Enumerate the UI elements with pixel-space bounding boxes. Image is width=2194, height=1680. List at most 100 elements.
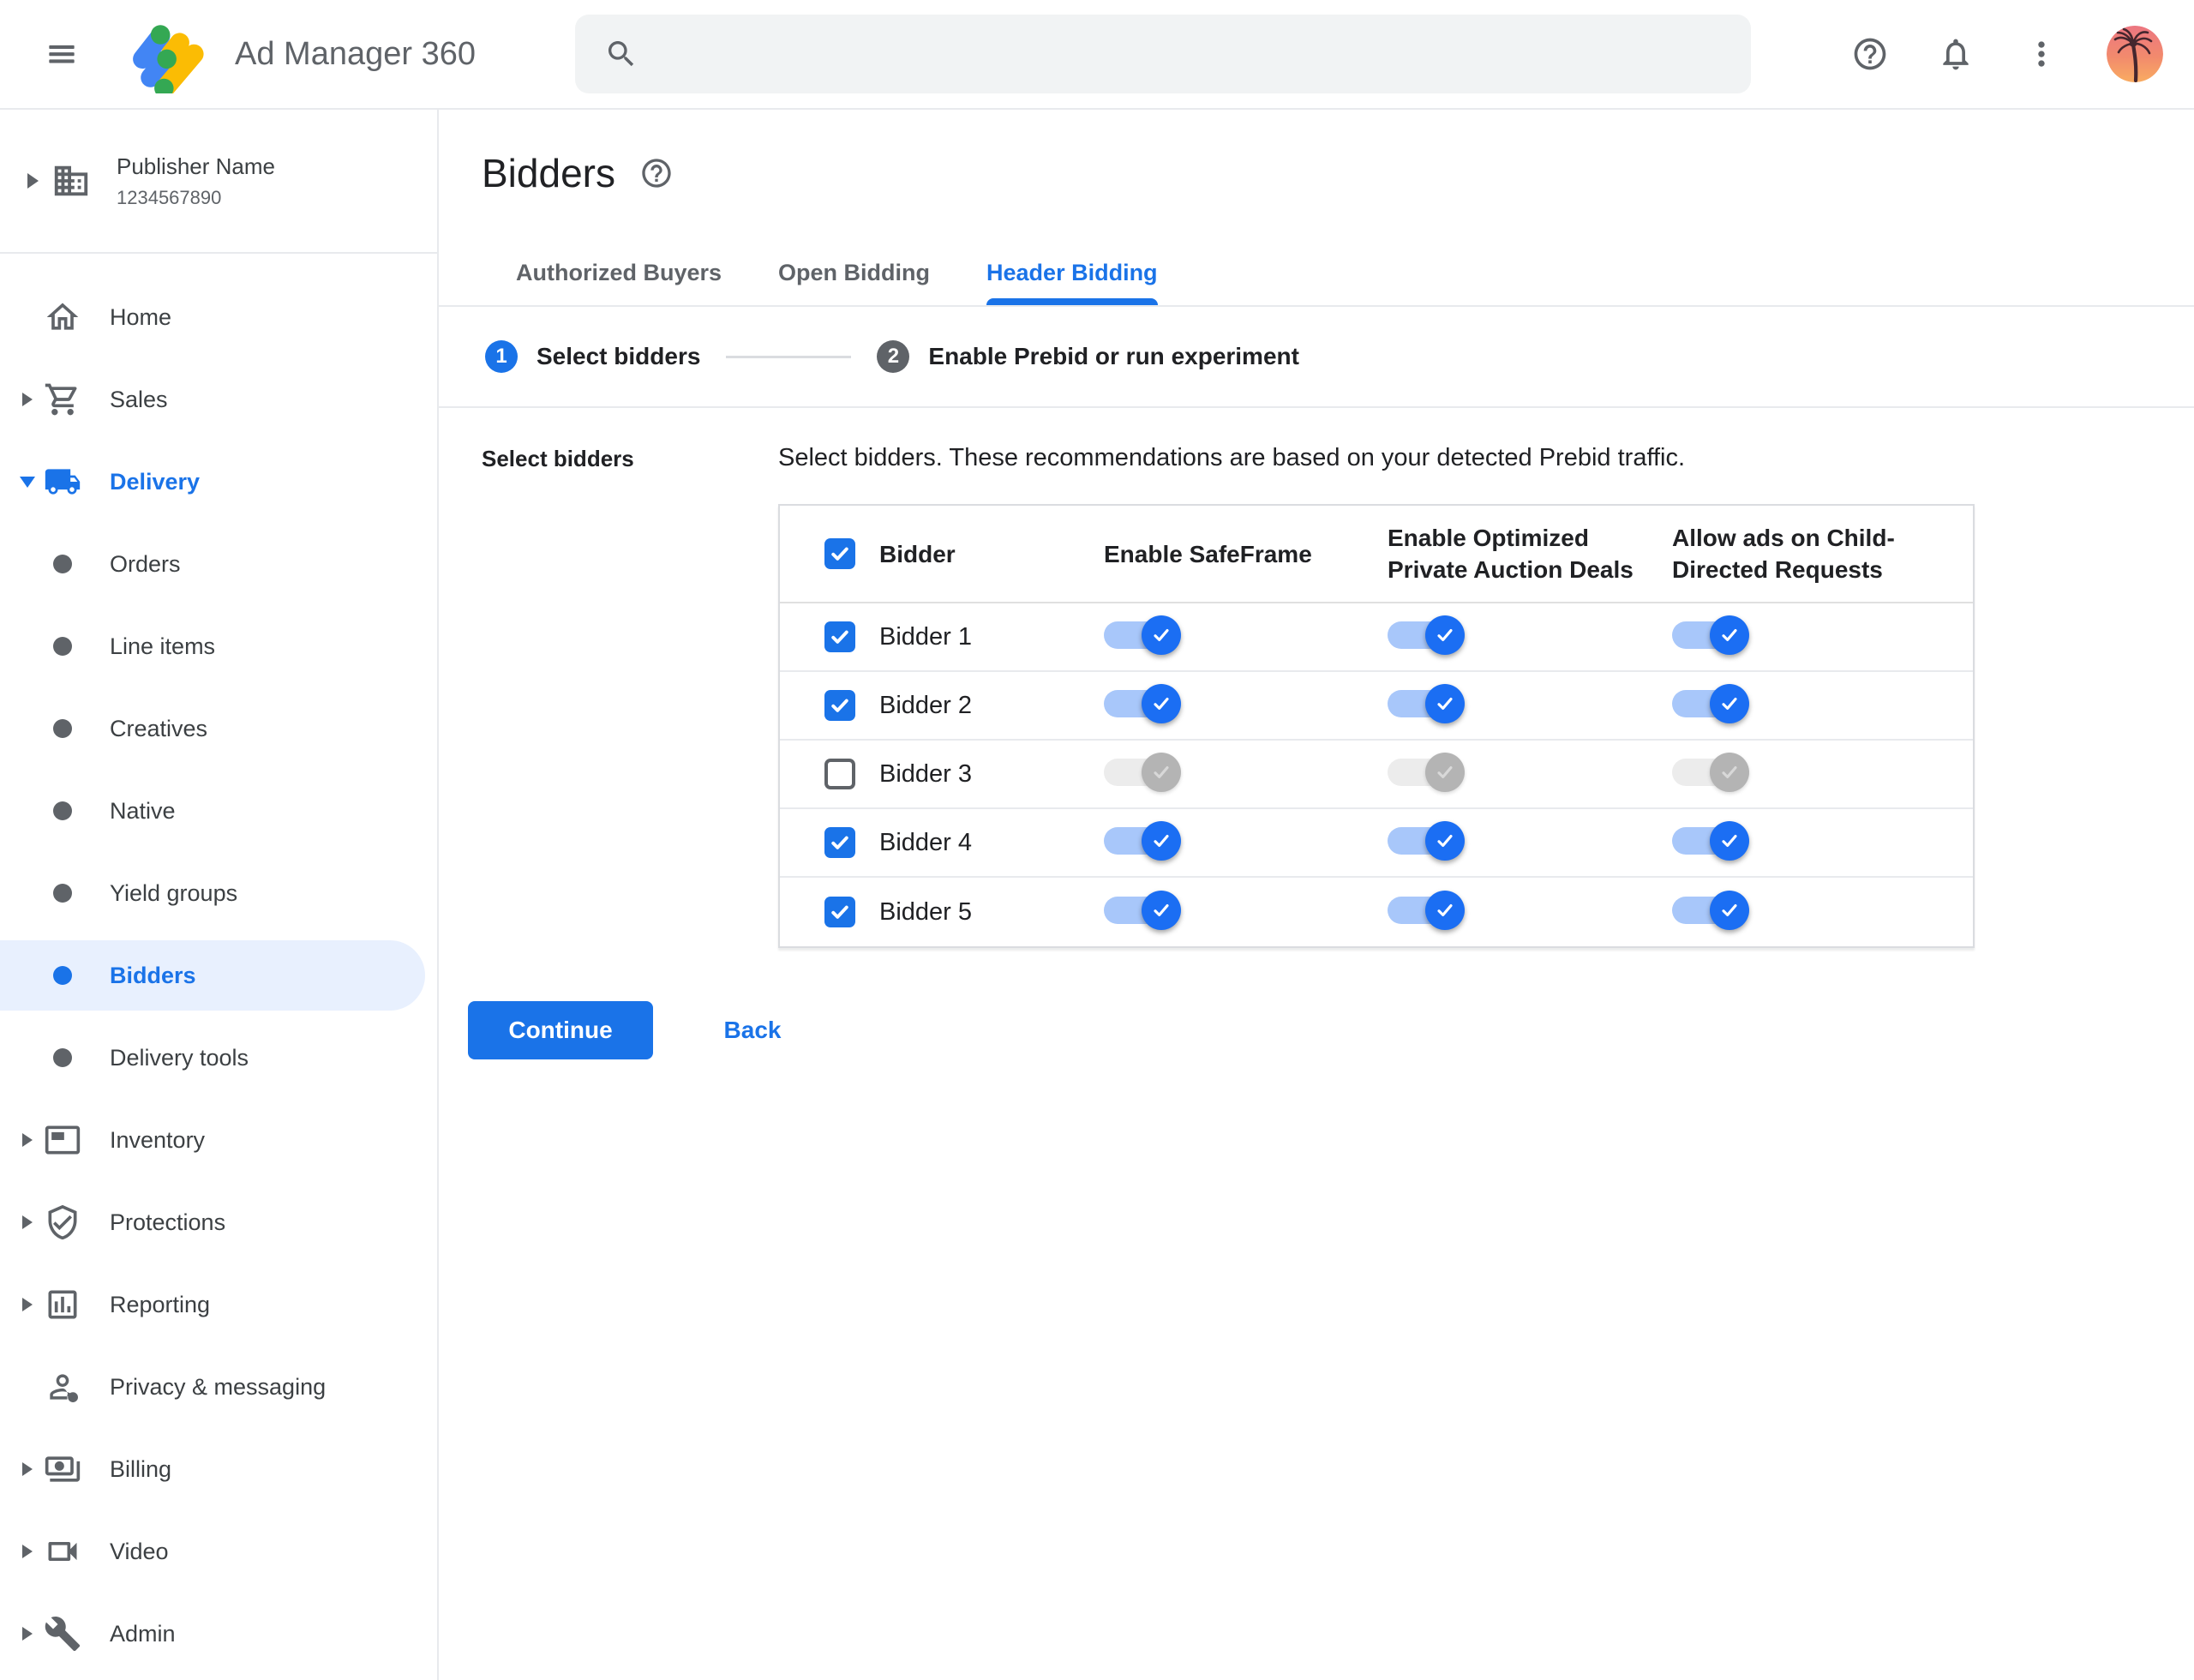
optimized-deals-toggle[interactable] bbox=[1388, 752, 1466, 793]
sidebar-item-privacy-messaging[interactable]: Privacy & messaging bbox=[0, 1346, 437, 1428]
sidebar: Publisher Name 1234567890 Home Sales Del… bbox=[0, 110, 439, 1680]
continue-button[interactable]: Continue bbox=[468, 1001, 653, 1059]
payments-icon bbox=[43, 1449, 82, 1489]
sidebar-item-orders[interactable]: Orders bbox=[0, 523, 437, 605]
expand-arrow-icon bbox=[15, 1462, 39, 1476]
safeframe-toggle[interactable] bbox=[1104, 752, 1183, 793]
more-vert-icon[interactable] bbox=[2021, 33, 2062, 75]
bullet-icon bbox=[43, 627, 82, 666]
sidebar-item-protections[interactable]: Protections bbox=[0, 1181, 437, 1263]
sidebar-item-bidders[interactable]: Bidders bbox=[0, 934, 437, 1017]
sidebar-item-creatives[interactable]: Creatives bbox=[0, 687, 437, 770]
row-checkbox[interactable] bbox=[824, 827, 855, 858]
bidder-name: Bidder 2 bbox=[879, 691, 973, 719]
expand-arrow-icon bbox=[15, 1627, 39, 1641]
user-avatar[interactable] bbox=[2107, 26, 2163, 82]
step-2-circle: 2 bbox=[877, 340, 910, 373]
expand-arrow-icon bbox=[15, 1133, 39, 1147]
step-1-circle: 1 bbox=[485, 340, 518, 373]
optimized-deals-toggle[interactable] bbox=[1388, 615, 1466, 656]
bullet-icon bbox=[43, 709, 82, 748]
row-checkbox[interactable] bbox=[824, 621, 855, 652]
sidebar-item-delivery-tools[interactable]: Delivery tools bbox=[0, 1017, 437, 1099]
bidder-name: Bidder 3 bbox=[879, 759, 973, 788]
child-directed-toggle[interactable] bbox=[1672, 890, 1751, 931]
safeframe-toggle[interactable] bbox=[1104, 890, 1183, 931]
stepper: 1 Select bidders 2 Enable Prebid or run … bbox=[439, 307, 2194, 408]
tab-authorized-buyers[interactable]: Authorized Buyers bbox=[516, 240, 722, 305]
sidebar-item-video[interactable]: Video bbox=[0, 1510, 437, 1593]
column-header-optimized-deals: Enable Optimized Private Auction Deals bbox=[1388, 525, 1634, 583]
top-app-bar: Ad Manager 360 bbox=[0, 0, 2194, 110]
bidders-table: Bidder Enable SafeFrame Enable Optimized… bbox=[778, 504, 1975, 948]
bullet-icon bbox=[43, 956, 82, 995]
bullet-icon bbox=[43, 544, 82, 584]
bidder-name: Bidder 5 bbox=[879, 897, 973, 926]
search-input[interactable] bbox=[658, 39, 1722, 69]
optimized-deals-toggle[interactable] bbox=[1388, 820, 1466, 861]
sidebar-item-native[interactable]: Native bbox=[0, 770, 437, 852]
notifications-bell-icon[interactable] bbox=[1935, 33, 1976, 75]
expand-arrow-icon bbox=[21, 173, 45, 189]
header-checkbox[interactable] bbox=[824, 538, 855, 569]
search-icon bbox=[608, 41, 634, 67]
sidebar-item-yield-groups[interactable]: Yield groups bbox=[0, 852, 437, 934]
row-checkbox[interactable] bbox=[824, 759, 855, 789]
sidebar-item-billing[interactable]: Billing bbox=[0, 1428, 437, 1510]
menu-icon[interactable] bbox=[39, 32, 84, 76]
bullet-icon bbox=[43, 1038, 82, 1077]
step-select-bidders: 1 Select bidders bbox=[485, 340, 700, 373]
table-row: Bidder 3 bbox=[780, 741, 1973, 809]
search-bar[interactable] bbox=[574, 15, 1751, 93]
sidebar-item-line-items[interactable]: Line items bbox=[0, 605, 437, 687]
inventory-icon bbox=[43, 1120, 82, 1160]
column-header-safeframe: Enable SafeFrame bbox=[1104, 540, 1312, 567]
bullet-icon bbox=[43, 873, 82, 913]
help-icon[interactable] bbox=[1849, 33, 1891, 75]
optimized-deals-toggle[interactable] bbox=[1388, 683, 1466, 724]
bidder-name: Bidder 1 bbox=[879, 622, 973, 651]
person-badge-icon bbox=[43, 1367, 82, 1407]
shield-check-icon bbox=[43, 1203, 82, 1242]
collapse-arrow-icon bbox=[15, 476, 39, 488]
table-row: Bidder 4 bbox=[780, 809, 1973, 878]
back-link[interactable]: Back bbox=[696, 1017, 809, 1044]
wrench-icon bbox=[43, 1614, 82, 1653]
safeframe-toggle[interactable] bbox=[1104, 615, 1183, 656]
sidebar-item-admin[interactable]: Admin bbox=[0, 1593, 437, 1675]
sidebar-item-reporting[interactable]: Reporting bbox=[0, 1263, 437, 1346]
sidebar-item-inventory[interactable]: Inventory bbox=[0, 1099, 437, 1181]
delivery-truck-icon bbox=[43, 462, 82, 501]
column-header-child-directed: Allow ads on Child-Directed Requests bbox=[1672, 525, 1895, 583]
ad-manager-logo-icon bbox=[127, 15, 213, 93]
child-directed-toggle[interactable] bbox=[1672, 752, 1751, 793]
child-directed-toggle[interactable] bbox=[1672, 615, 1751, 656]
child-directed-toggle[interactable] bbox=[1672, 683, 1751, 724]
step-enable-prebid: 2 Enable Prebid or run experiment bbox=[877, 340, 1299, 373]
expand-arrow-icon bbox=[15, 1215, 39, 1229]
building-icon bbox=[50, 161, 93, 201]
step-connector bbox=[726, 355, 852, 358]
main-content: Bidders Authorized Buyers Open Bidding H… bbox=[439, 110, 2194, 1680]
safeframe-toggle[interactable] bbox=[1104, 820, 1183, 861]
publisher-name: Publisher Name bbox=[117, 153, 275, 179]
sidebar-item-home[interactable]: Home bbox=[0, 276, 437, 358]
page-title: Bidders bbox=[482, 151, 615, 195]
sidebar-nav: Home Sales Delivery Orders Line items Cr… bbox=[0, 254, 437, 1675]
expand-arrow-icon bbox=[15, 1545, 39, 1558]
videocam-icon bbox=[43, 1532, 82, 1571]
page-help-icon[interactable] bbox=[639, 156, 674, 190]
expand-arrow-icon bbox=[15, 1298, 39, 1311]
safeframe-toggle[interactable] bbox=[1104, 683, 1183, 724]
child-directed-toggle[interactable] bbox=[1672, 820, 1751, 861]
table-row: Bidder 2 bbox=[780, 672, 1973, 741]
tab-header-bidding[interactable]: Header Bidding bbox=[986, 240, 1158, 305]
sidebar-item-delivery[interactable]: Delivery bbox=[0, 441, 437, 523]
table-header-row: Bidder Enable SafeFrame Enable Optimized… bbox=[780, 506, 1973, 603]
publisher-switcher[interactable]: Publisher Name 1234567890 bbox=[0, 110, 437, 254]
optimized-deals-toggle[interactable] bbox=[1388, 890, 1466, 931]
row-checkbox[interactable] bbox=[824, 690, 855, 721]
row-checkbox[interactable] bbox=[824, 897, 855, 927]
tab-open-bidding[interactable]: Open Bidding bbox=[778, 240, 930, 305]
sidebar-item-sales[interactable]: Sales bbox=[0, 358, 437, 441]
